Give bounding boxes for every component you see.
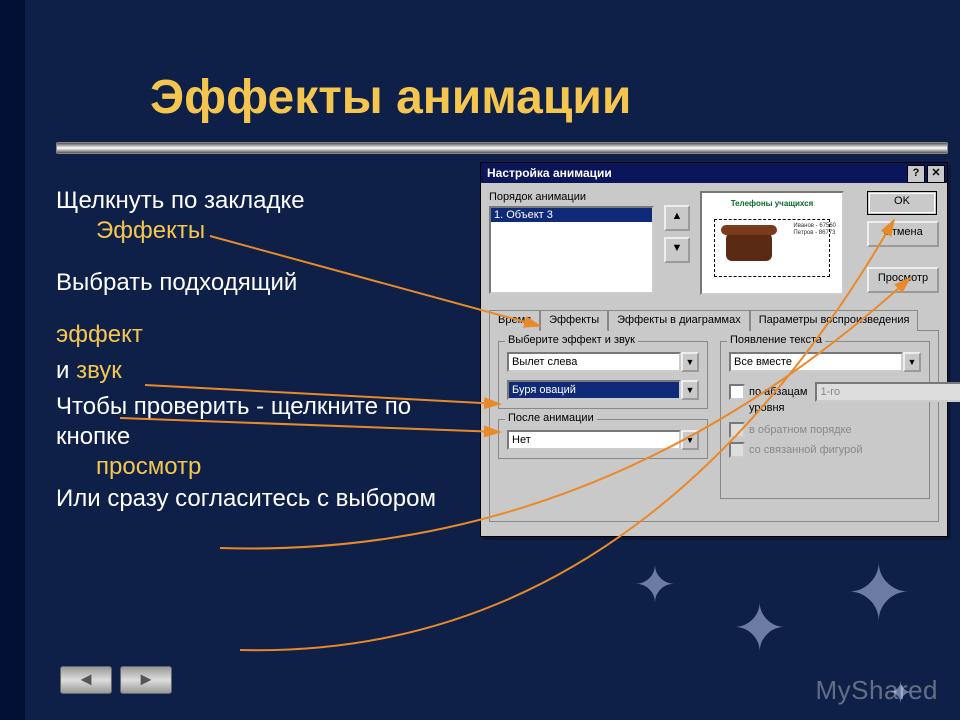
cancel-button[interactable]: Отмена	[867, 221, 939, 247]
para-level-value	[815, 382, 960, 402]
chevron-down-icon[interactable]: ▼	[681, 430, 699, 450]
animation-order-list[interactable]: 1. Объект 3	[489, 206, 654, 294]
checkbox-label: в обратном порядке	[749, 424, 852, 436]
group-text-appearance: Появление текста ▼ по абзацам ▼ уровня	[720, 341, 930, 499]
phone-icon	[726, 231, 772, 261]
star-icon: ✦	[634, 556, 676, 614]
effect-dropdown[interactable]: ▼	[507, 352, 699, 372]
checkbox-icon	[729, 422, 745, 438]
text-line: и	[56, 357, 76, 384]
text-line: Щелкнуть по закладке	[56, 187, 305, 214]
watermark: MyShared	[816, 675, 939, 706]
animation-settings-dialog: Настройка анимации ? ✕ Порядок анимации …	[480, 162, 948, 537]
highlight-preview: просмотр	[96, 452, 456, 482]
effect-value[interactable]	[507, 352, 681, 372]
tab-playback-params[interactable]: Параметры воспроизведения	[750, 310, 919, 331]
nav-prev-button[interactable]: ◄	[60, 666, 112, 694]
group-effect-sound: Выберите эффект и звук ▼ Буря оваций ▼	[498, 341, 708, 409]
title-separator	[56, 142, 948, 154]
sound-dropdown[interactable]: Буря оваций ▼	[507, 380, 699, 400]
text-line: Чтобы проверить - щелкните по кнопке	[56, 393, 411, 450]
checkbox-icon	[729, 442, 745, 458]
dialog-titlebar[interactable]: Настройка анимации ? ✕	[481, 163, 947, 183]
tab-chart-effects[interactable]: Эффекты в диаграммах	[608, 310, 750, 331]
checkbox-icon	[729, 384, 745, 400]
checkbox-linked-shape: со связанной фигурой	[729, 442, 921, 458]
after-dropdown[interactable]: ▼	[507, 430, 699, 450]
text-line: Выбрать подходящий	[56, 268, 456, 298]
group-label: Появление текста	[727, 334, 825, 346]
preview-button[interactable]: Просмотр	[867, 267, 939, 293]
para-level-suffix: уровня	[749, 402, 921, 414]
group-label: Выберите эффект и звук	[505, 334, 638, 346]
tab-panel-effects: Выберите эффект и звук ▼ Буря оваций ▼ П…	[489, 331, 939, 522]
close-button[interactable]: ✕	[927, 165, 945, 183]
tab-effects[interactable]: Эффекты	[540, 310, 608, 331]
after-value[interactable]	[507, 430, 681, 450]
star-icon: ✦	[732, 590, 787, 667]
chevron-down-icon[interactable]: ▼	[681, 352, 699, 372]
help-button[interactable]: ?	[907, 165, 925, 183]
tab-bar: Время Эффекты Эффекты в диаграммах Парам…	[489, 309, 939, 331]
checkbox-label: по абзацам	[749, 386, 807, 398]
dialog-title-text: Настройка анимации	[487, 166, 612, 180]
list-item[interactable]: 1. Объект 3	[491, 208, 652, 222]
preview-title: Телефоны учащихся	[702, 199, 842, 208]
checkbox-by-paragraph[interactable]: по абзацам ▼	[729, 382, 921, 402]
chevron-down-icon[interactable]: ▼	[681, 380, 699, 400]
slide-title: Эффекты анимации	[150, 70, 631, 125]
move-up-button[interactable]: ▲	[664, 205, 690, 231]
group-label: После анимации	[505, 412, 597, 424]
tab-time[interactable]: Время	[489, 310, 540, 331]
sound-value[interactable]: Буря оваций	[507, 380, 681, 400]
slide-preview: Телефоны учащихся Иванов - 67560Петров -…	[700, 191, 844, 295]
preview-text: Иванов - 67560Петров - 86773	[793, 223, 836, 237]
text-line: Или сразу согласитесь с выбором	[56, 484, 456, 514]
checkbox-label: со связанной фигурой	[749, 444, 863, 456]
order-label: Порядок анимации	[489, 191, 654, 203]
nav-next-button[interactable]: ►	[120, 666, 172, 694]
text-appearance-dropdown[interactable]: ▼	[729, 352, 921, 372]
move-down-button[interactable]: ▼	[664, 237, 690, 263]
star-icon: ✦	[846, 548, 911, 639]
highlight-effects: Эффекты	[96, 216, 456, 246]
paragraph-level-dropdown: ▼	[815, 382, 857, 402]
chevron-down-icon[interactable]: ▼	[903, 352, 921, 372]
highlight-effect: эффект	[56, 320, 456, 350]
highlight-sound: звук	[76, 357, 122, 384]
checkbox-reverse-order: в обратном порядке	[729, 422, 921, 438]
ok-button[interactable]: OK	[867, 191, 937, 215]
text-value[interactable]	[729, 352, 903, 372]
slide-body: Щелкнуть по закладке Эффекты Выбрать под…	[56, 186, 456, 536]
group-after-animation: После анимации ▼	[498, 419, 708, 459]
